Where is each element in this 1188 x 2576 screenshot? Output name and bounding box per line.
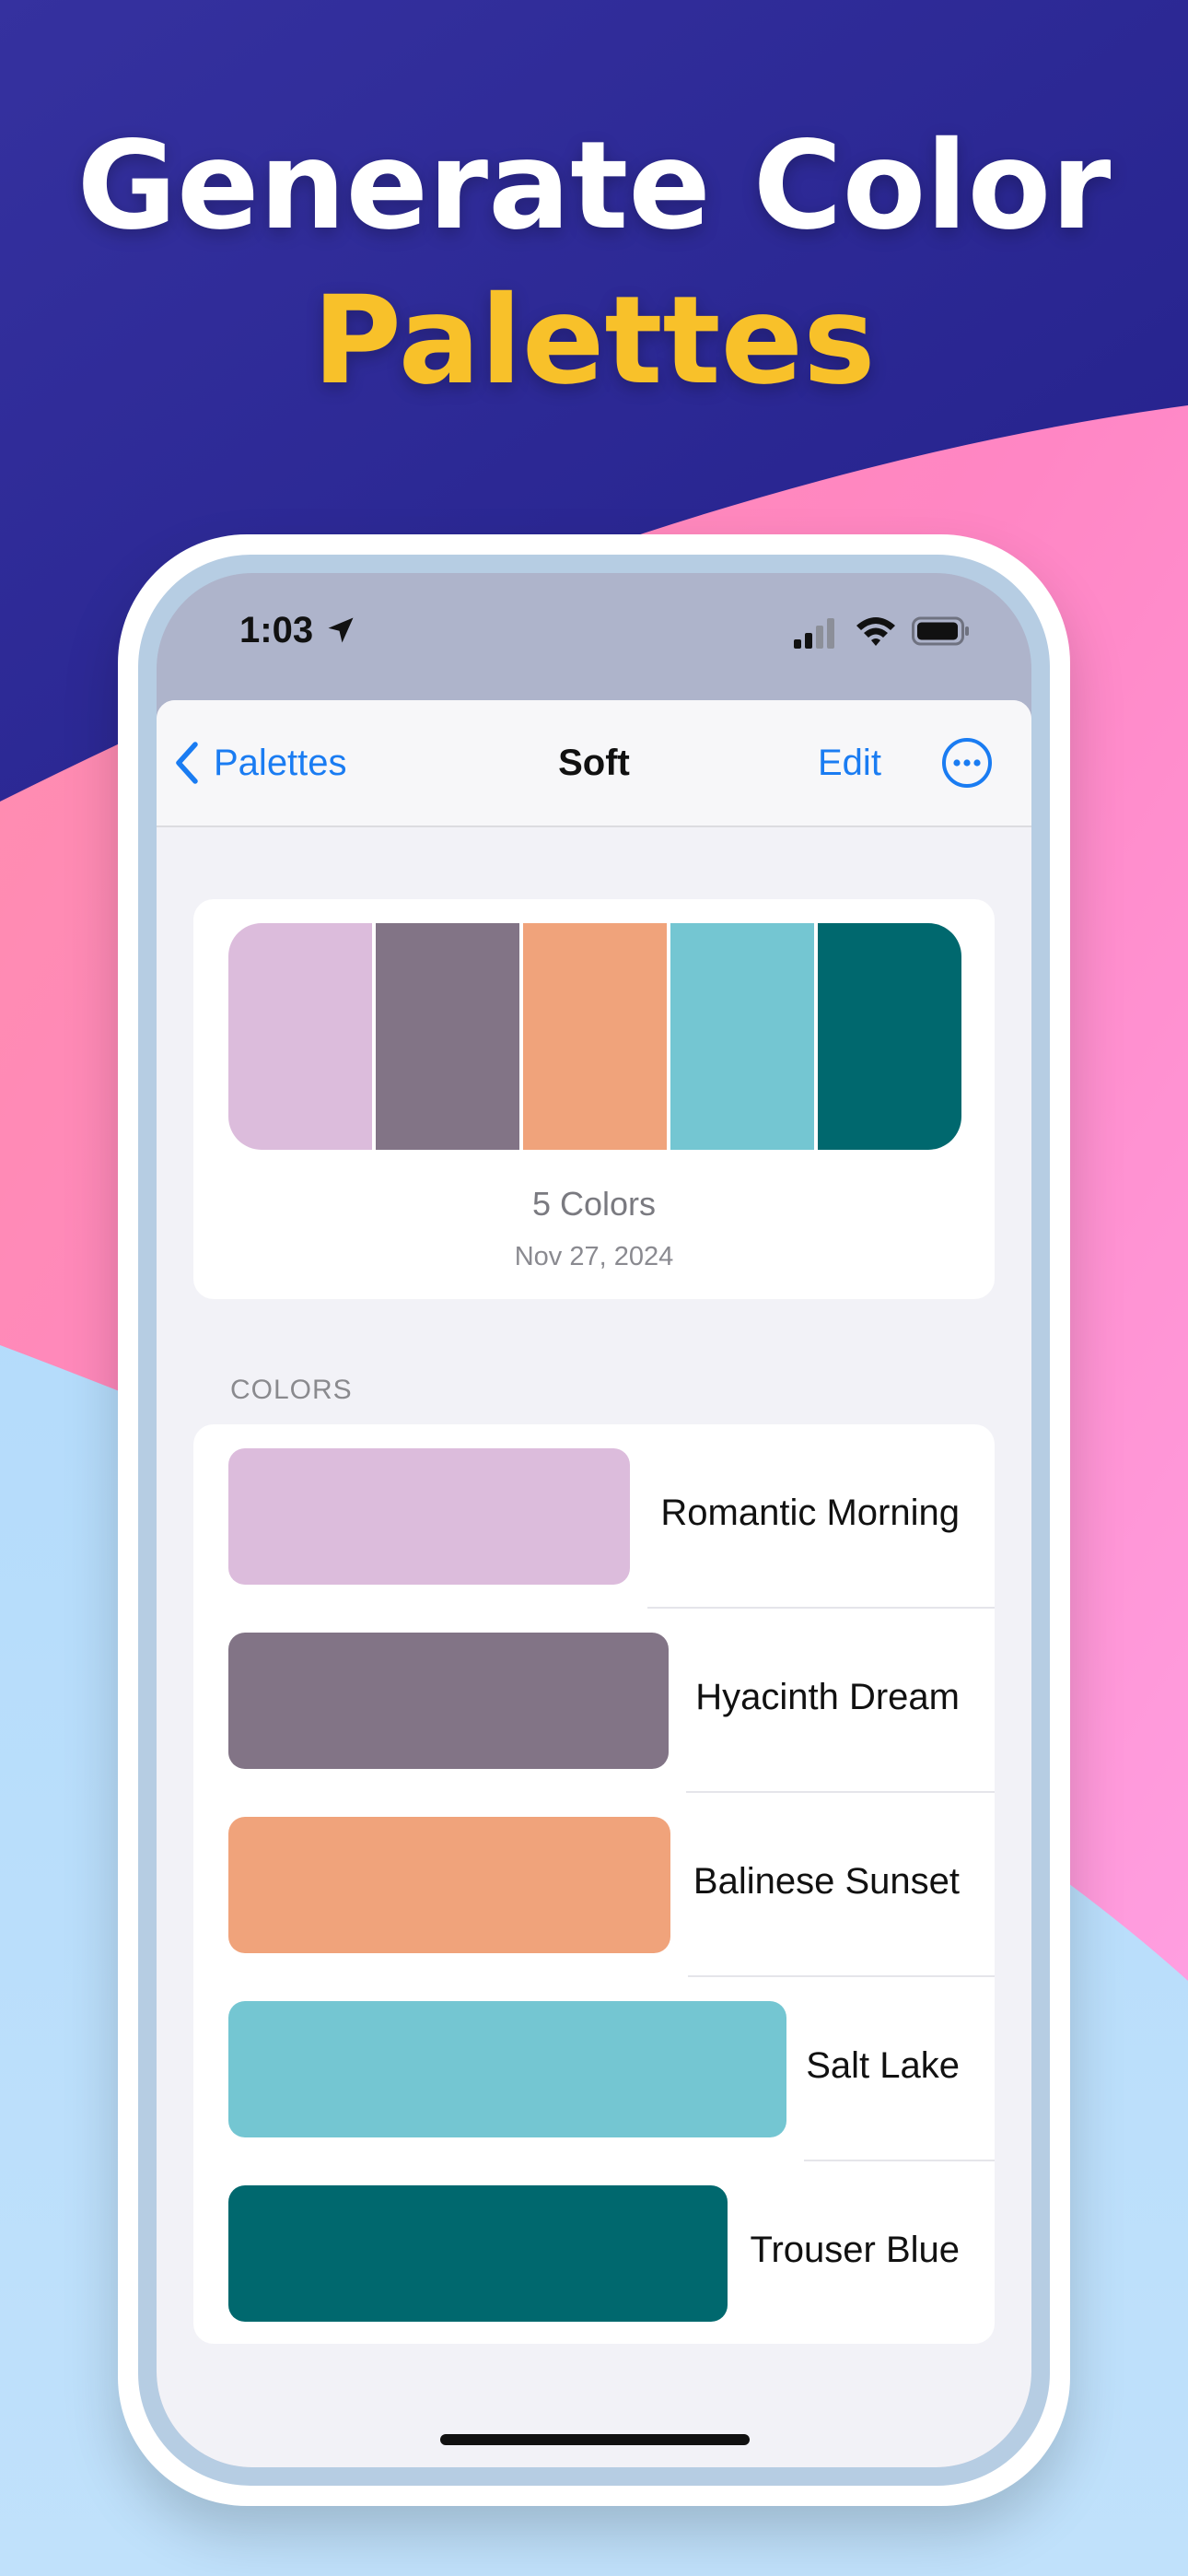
color-name: Romantic Morning [660, 1493, 960, 1533]
wifi-icon [856, 617, 895, 646]
color-row[interactable]: Salt Lake [193, 1977, 995, 2161]
battery-icon [912, 616, 969, 646]
color-row[interactable]: Hyacinth Dream [193, 1609, 995, 1793]
headline: Generate Color Palettes [0, 109, 1188, 418]
color-swatch-bar [228, 1817, 670, 1953]
color-swatch-bar [228, 2185, 728, 2322]
palette-preview[interactable] [228, 923, 961, 1150]
color-row[interactable]: Trouser Blue [193, 2161, 995, 2344]
home-indicator [440, 2434, 750, 2445]
color-count: 5 Colors [531, 1185, 657, 1223]
color-name: Salt Lake [806, 2045, 960, 2086]
headline-line-2: Palettes [312, 270, 876, 412]
more-options-icon[interactable] [941, 737, 993, 789]
palette-summary-card: 5 Colors Nov 27, 2024 [193, 899, 995, 1299]
headline-line-1: Generate Color [76, 115, 1112, 257]
phone-screen: 1:03 Palettes Soft Edit 5 Colors Nov 27,… [157, 573, 1031, 2467]
palette-swatch [818, 923, 961, 1150]
palette-date: Nov 27, 2024 [514, 1242, 674, 1271]
color-row[interactable]: Balinese Sunset [193, 1793, 995, 1977]
status-time: 1:03 [239, 610, 314, 650]
navigation-bar: Palettes Soft Edit [157, 700, 1031, 827]
color-swatch-bar [228, 1633, 669, 1769]
location-arrow-icon [328, 617, 354, 643]
palette-swatch [376, 923, 519, 1150]
color-row[interactable]: Romantic Morning [193, 1424, 995, 1609]
palette-swatch [523, 923, 667, 1150]
palette-swatch [228, 923, 372, 1150]
colors-section-header: COLORS [230, 1375, 353, 1405]
cellular-signal-icon [794, 618, 834, 649]
palette-detail-sheet: Palettes Soft Edit 5 Colors Nov 27, 2024… [157, 700, 1031, 2467]
edit-button[interactable]: Edit [818, 743, 881, 784]
palette-swatch [670, 923, 814, 1150]
color-swatch-bar [228, 2001, 786, 2137]
color-name: Hyacinth Dream [695, 1677, 960, 1717]
color-name: Balinese Sunset [693, 1861, 960, 1902]
color-name: Trouser Blue [750, 2230, 961, 2270]
page-title: Soft [558, 743, 630, 783]
color-swatch-bar [228, 1448, 630, 1585]
colors-list: Romantic Morning Hyacinth Dream Balinese S… [193, 1424, 995, 2344]
status-bar: 1:03 [157, 573, 1031, 702]
